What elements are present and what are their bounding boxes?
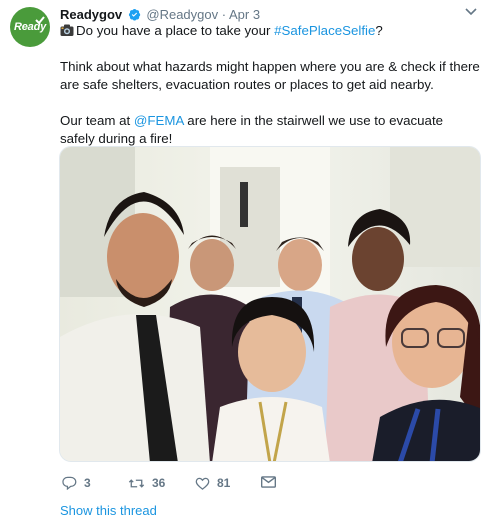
envelope-icon — [261, 476, 276, 488]
camera-emoji-icon — [60, 24, 74, 36]
tweet-text-question-mark: ? — [375, 23, 383, 38]
retweet-count: 36 — [152, 476, 166, 490]
tweet-text: Do you have a place to take your #SafePl… — [60, 22, 480, 166]
tweet-text-team: Our team at — [60, 113, 134, 128]
heart-icon — [195, 477, 210, 490]
chevron-down-icon[interactable] — [465, 8, 477, 16]
mention-link[interactable]: @FEMA — [134, 113, 184, 128]
retweet-action[interactable]: 36 — [128, 476, 165, 490]
tweet-actions: 3 36 81 — [62, 476, 362, 494]
separator-dot: · — [221, 7, 227, 22]
reply-count: 3 — [84, 476, 91, 490]
verified-badge-icon — [128, 9, 140, 21]
display-name[interactable]: Readygov — [60, 7, 122, 22]
avatar[interactable]: Ready — [10, 7, 50, 47]
tweet-header: Readygov @Readygov · Apr 3 — [60, 7, 260, 23]
reply-action[interactable]: 3 — [62, 476, 91, 490]
tweet-photo[interactable] — [59, 146, 481, 462]
dm-action[interactable] — [261, 476, 276, 488]
tweet-paragraph-1: Do you have a place to take your #SafePl… — [60, 22, 480, 40]
tweet-paragraph-3: Our team at @FEMA are here in the stairw… — [60, 112, 480, 148]
selfie-photo — [60, 147, 480, 461]
like-count: 81 — [217, 476, 231, 490]
retweet-icon — [128, 478, 145, 488]
tweet-paragraph-2: Think about what hazards might happen wh… — [60, 59, 480, 92]
like-action[interactable]: 81 — [195, 476, 230, 490]
show-thread-link[interactable]: Show this thread — [60, 503, 157, 518]
hashtag-link[interactable]: #SafePlaceSelfie — [274, 23, 375, 38]
handle[interactable]: @Readygov — [146, 7, 218, 22]
reply-icon — [62, 476, 77, 490]
tweet-date[interactable]: Apr 3 — [229, 7, 260, 22]
tweet-text-question: Do you have a place to take your — [76, 23, 275, 38]
check-icon — [35, 16, 45, 24]
